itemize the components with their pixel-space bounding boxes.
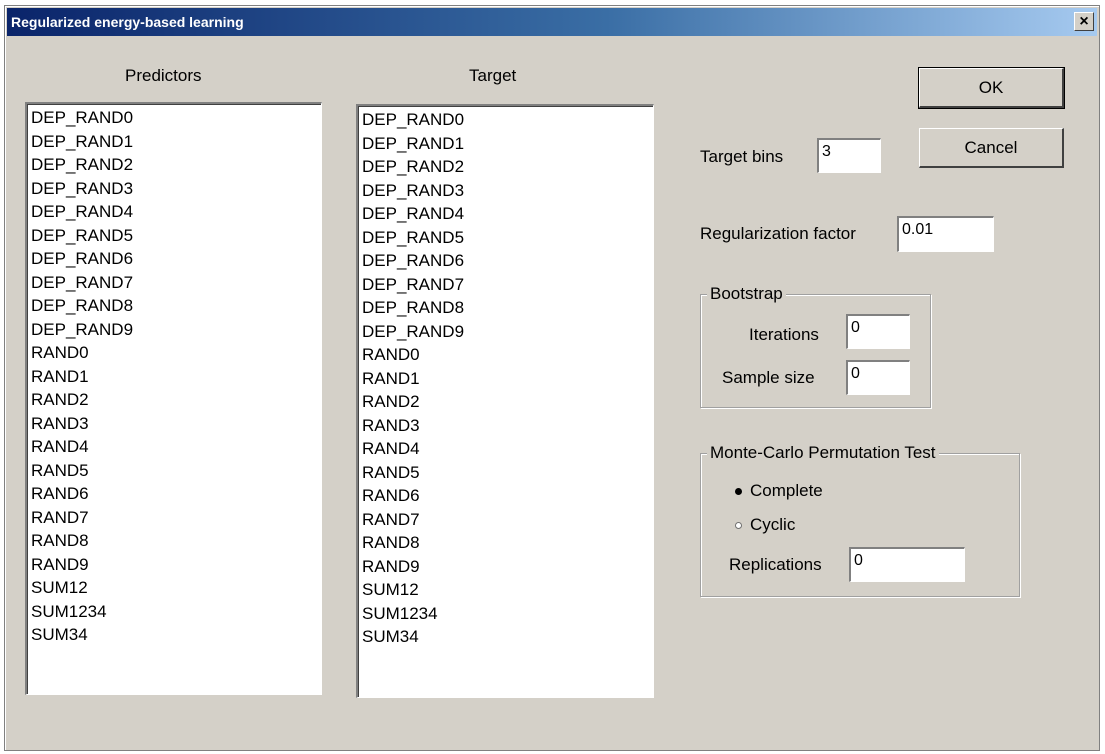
target-bins-label: Target bins: [700, 147, 784, 166]
target-bins-input[interactable]: 3: [817, 138, 881, 173]
list-item[interactable]: RAND6: [31, 482, 321, 506]
complete-radio[interactable]: Complete: [735, 481, 823, 501]
list-item[interactable]: DEP_RAND5: [362, 226, 653, 250]
predictors-listbox[interactable]: DEP_RAND0 DEP_RAND1 DEP_RAND2 DEP_RAND3 DEP_…: [25, 102, 322, 695]
list-item[interactable]: DEP_RAND6: [362, 249, 653, 273]
list-item[interactable]: DEP_RAND0: [31, 106, 321, 130]
list-item[interactable]: DEP_RAND3: [31, 177, 321, 201]
list-item[interactable]: DEP_RAND2: [362, 155, 653, 179]
list-item[interactable]: RAND6: [362, 484, 653, 508]
list-item[interactable]: DEP_RAND2: [31, 153, 321, 177]
monte-carlo-group: Monte-Carlo Permutation Test Complete Cy…: [700, 443, 1020, 597]
list-item[interactable]: RAND2: [362, 390, 653, 414]
replications-label: Replications: [729, 555, 822, 574]
iterations-label: Iterations: [749, 325, 819, 344]
list-item[interactable]: DEP_RAND7: [31, 271, 321, 295]
list-item[interactable]: RAND9: [362, 555, 653, 579]
list-item[interactable]: RAND5: [31, 459, 321, 483]
radio-unchecked-icon: [735, 521, 742, 529]
list-item[interactable]: RAND2: [31, 388, 321, 412]
monte-carlo-legend: Monte-Carlo Permutation Test: [707, 443, 939, 463]
list-item[interactable]: DEP_RAND4: [31, 200, 321, 224]
list-item[interactable]: RAND7: [362, 508, 653, 532]
list-item[interactable]: RAND1: [31, 365, 321, 389]
list-item[interactable]: SUM34: [362, 625, 653, 649]
list-item[interactable]: DEP_RAND7: [362, 273, 653, 297]
cyclic-radio[interactable]: Cyclic: [735, 515, 795, 535]
list-item[interactable]: RAND9: [31, 553, 321, 577]
list-item[interactable]: RAND0: [31, 341, 321, 365]
list-item[interactable]: SUM1234: [362, 602, 653, 626]
target-label: Target: [469, 66, 517, 85]
close-icon: ×: [1079, 13, 1089, 30]
title-bar[interactable]: Regularized energy-based learning ×: [7, 8, 1097, 36]
replications-input[interactable]: 0: [849, 547, 965, 582]
complete-radio-label: Complete: [750, 481, 823, 500]
list-item[interactable]: RAND0: [362, 343, 653, 367]
list-item[interactable]: DEP_RAND8: [31, 294, 321, 318]
list-item[interactable]: RAND1: [362, 367, 653, 391]
list-item[interactable]: SUM34: [31, 623, 321, 647]
list-item[interactable]: SUM12: [362, 578, 653, 602]
list-item[interactable]: SUM1234: [31, 600, 321, 624]
list-item[interactable]: RAND8: [362, 531, 653, 555]
list-item[interactable]: RAND4: [31, 435, 321, 459]
list-item[interactable]: RAND3: [31, 412, 321, 436]
radio-checked-icon: [735, 487, 742, 495]
ok-button[interactable]: OK: [918, 67, 1065, 109]
sample-size-label: Sample size: [722, 368, 815, 387]
list-item[interactable]: DEP_RAND6: [31, 247, 321, 271]
list-item[interactable]: RAND3: [362, 414, 653, 438]
iterations-input[interactable]: 0: [846, 314, 910, 349]
list-item[interactable]: RAND5: [362, 461, 653, 485]
list-item[interactable]: DEP_RAND4: [362, 202, 653, 226]
list-item[interactable]: DEP_RAND8: [362, 296, 653, 320]
list-item[interactable]: RAND7: [31, 506, 321, 530]
list-item[interactable]: DEP_RAND1: [31, 130, 321, 154]
regularization-factor-label: Regularization factor: [700, 224, 856, 243]
regularization-factor-input[interactable]: 0.01: [897, 216, 994, 252]
cyclic-radio-label: Cyclic: [750, 515, 796, 534]
list-item[interactable]: DEP_RAND9: [362, 320, 653, 344]
list-item[interactable]: DEP_RAND3: [362, 179, 653, 203]
predictors-label: Predictors: [125, 66, 202, 85]
list-item[interactable]: RAND8: [31, 529, 321, 553]
dialog-window: Regularized energy-based learning × Pred…: [4, 5, 1100, 751]
list-item[interactable]: DEP_RAND9: [31, 318, 321, 342]
cancel-button[interactable]: Cancel: [919, 128, 1064, 168]
list-item[interactable]: DEP_RAND5: [31, 224, 321, 248]
bootstrap-group: Bootstrap Iterations 0 Sample size 0: [700, 284, 931, 408]
list-item[interactable]: RAND4: [362, 437, 653, 461]
close-button[interactable]: ×: [1074, 12, 1094, 31]
list-item[interactable]: DEP_RAND0: [362, 108, 653, 132]
target-listbox[interactable]: DEP_RAND0 DEP_RAND1 DEP_RAND2 DEP_RAND3 DEP_…: [356, 104, 654, 698]
list-item[interactable]: DEP_RAND1: [362, 132, 653, 156]
bootstrap-legend: Bootstrap: [707, 284, 786, 304]
list-item[interactable]: SUM12: [31, 576, 321, 600]
sample-size-input[interactable]: 0: [846, 360, 910, 395]
window-title: Regularized energy-based learning: [11, 14, 244, 30]
